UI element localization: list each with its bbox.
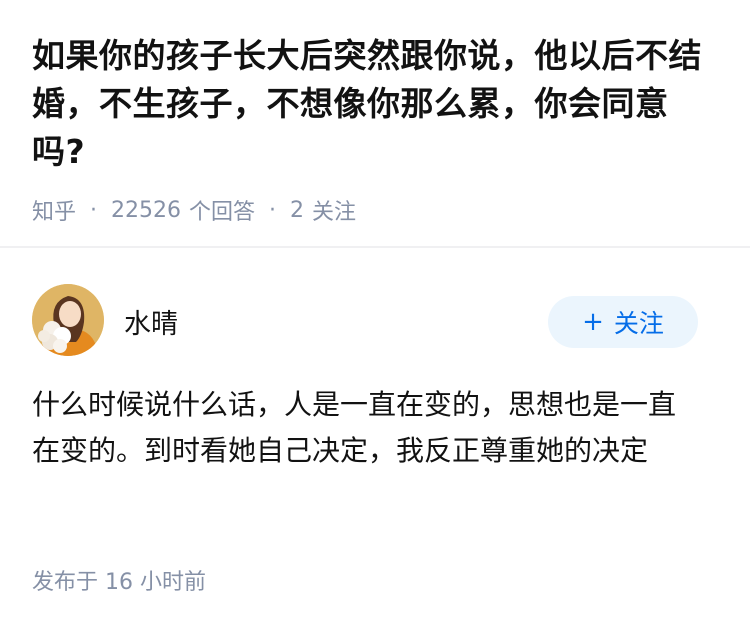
answer-card: 水晴 + 关注 什么时候说什么话，人是一直在变的，思想也是一直在变的。到时看她自… [0,250,750,630]
avatar-photo-icon [32,284,104,356]
meta-separator: · [90,197,98,223]
meta-separator: · [269,197,277,223]
follow-count: 2 [290,197,305,223]
publish-time: 发布于 16 小时前 [32,570,206,595]
follow-button-label: 关注 [613,309,664,338]
question-title[interactable]: 如果你的孩子长大后突然跟你说，他以后不结婚，不生孩子，不想像你那么累，你会同意吗… [32,32,718,176]
follow-count-label: 关注 [312,200,357,225]
author-row: 水晴 + 关注 [32,284,718,358]
author-name[interactable]: 水晴 [124,302,178,341]
answer-count-label: 个回答 [189,200,256,225]
source-label: 知乎 [32,200,77,225]
question-header: 如果你的孩子长大后突然跟你说，他以后不结婚，不生孩子，不想像你那么累，你会同意吗… [0,0,750,248]
answer-body[interactable]: 什么时候说什么话，人是一直在变的，思想也是一直在变的。到时看她自己决定，我反正尊… [32,382,702,474]
follow-button[interactable]: + 关注 [548,296,698,348]
avatar[interactable] [32,284,104,356]
answer-count: 22526 [111,197,182,223]
question-meta: 知乎 · 22526 个回答 · 2 关注 [32,194,718,226]
plus-icon: + [582,307,604,337]
